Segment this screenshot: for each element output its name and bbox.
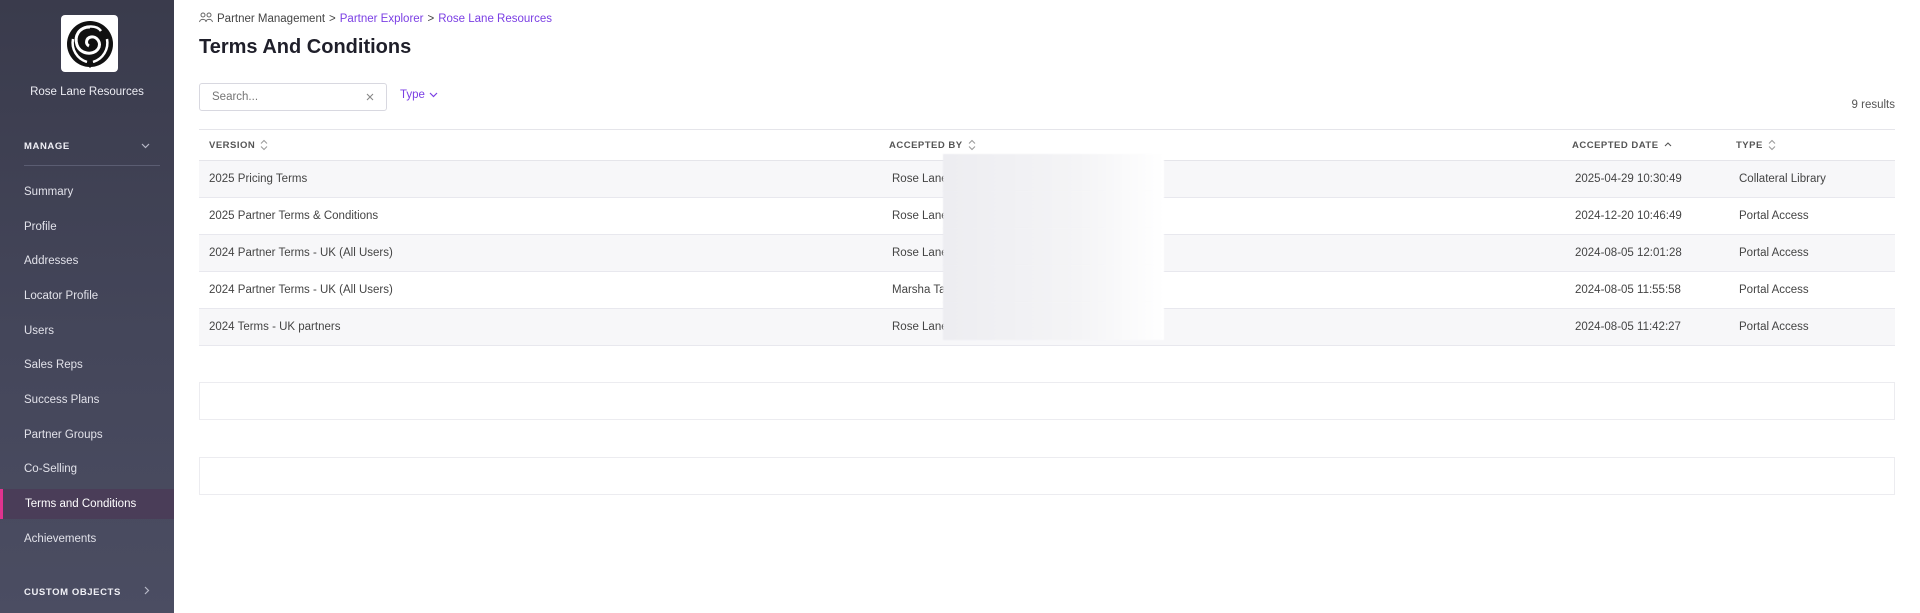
sort-ascending-icon xyxy=(1664,139,1672,151)
chevron-down-icon xyxy=(429,89,438,101)
sidebar-item-addresses[interactable]: Addresses xyxy=(0,246,174,276)
column-header-version[interactable]: VERSION xyxy=(199,139,880,151)
results-count: 9 results xyxy=(1851,99,1895,111)
sort-icon xyxy=(1768,139,1776,151)
redacted-blur xyxy=(943,154,1164,192)
search-box xyxy=(199,83,387,111)
manage-section-toggle[interactable]: MANAGE xyxy=(24,141,150,152)
sidebar-item-terms-and-conditions[interactable]: Terms and Conditions xyxy=(0,489,174,519)
cell-type: Portal Access xyxy=(1739,321,1809,333)
cell-type: Portal Access xyxy=(1739,284,1809,296)
sort-icon xyxy=(260,139,268,151)
terms-table: VERSION ACCEPTED BY ACCEPTED DATE TYPE 2… xyxy=(199,129,1895,346)
loading-placeholder-row xyxy=(199,382,1895,420)
sidebar-item-users[interactable]: Users xyxy=(0,316,174,346)
cell-accepted-by: Rose Lane ( xyxy=(880,228,1561,266)
sort-icon xyxy=(968,139,976,151)
rose-logo-icon xyxy=(66,20,113,68)
sidebar-item-achievements[interactable]: Achievements xyxy=(0,524,174,554)
table-row[interactable]: 2024 Terms - UK partners Rose Lane ( 202… xyxy=(199,302,1895,346)
breadcrumb-partner-explorer[interactable]: Partner Explorer xyxy=(340,13,424,25)
cell-version: 2024 Terms - UK partners xyxy=(209,321,341,333)
redacted-blur xyxy=(943,302,1164,340)
redacted-blur xyxy=(943,265,1164,303)
breadcrumb-separator: > xyxy=(427,13,435,25)
chevron-right-icon xyxy=(144,586,150,598)
section-divider xyxy=(24,165,160,166)
cell-accepted-date: 2024-12-20 10:46:49 xyxy=(1575,210,1682,222)
breadcrumb-partner[interactable]: Rose Lane Resources xyxy=(438,13,552,25)
chevron-down-icon xyxy=(141,141,150,152)
main-content: Partner Management > Partner Explorer > … xyxy=(174,0,1920,613)
type-filter-dropdown[interactable]: Type xyxy=(400,89,438,101)
cell-version: 2024 Partner Terms - UK (All Users) xyxy=(209,284,393,296)
column-header-type[interactable]: TYPE xyxy=(1727,139,1895,151)
cell-type: Portal Access xyxy=(1739,210,1809,222)
column-label: VERSION xyxy=(209,139,256,151)
sidebar-item-partner-groups[interactable]: Partner Groups xyxy=(0,420,174,450)
redacted-blur xyxy=(943,191,1164,229)
cell-version: 2025 Pricing Terms xyxy=(209,173,308,185)
cell-accepted-by: Marsha Tayl xyxy=(880,265,1561,303)
sidebar-item-co-selling[interactable]: Co-Selling xyxy=(0,454,174,484)
cell-accepted-by: Rose Lane ( xyxy=(880,154,1561,192)
company-logo xyxy=(61,15,118,72)
breadcrumb-root: Partner Management xyxy=(217,13,326,25)
column-label: ACCEPTED BY xyxy=(889,139,963,151)
sidebar-item-sales-reps[interactable]: Sales Reps xyxy=(0,350,174,380)
manage-section-label: MANAGE xyxy=(24,141,70,152)
sidebar-item-success-plans[interactable]: Success Plans xyxy=(0,385,174,415)
breadcrumb: Partner Management > Partner Explorer > … xyxy=(199,12,552,26)
clear-search-icon[interactable] xyxy=(366,90,374,104)
cell-accepted-by: Rose Lane ( xyxy=(880,191,1561,229)
sidebar: Rose Lane Resources MANAGE Summary Profi… xyxy=(0,0,174,613)
redacted-blur xyxy=(943,228,1164,266)
cell-accepted-by: Rose Lane ( xyxy=(880,302,1561,340)
sidebar-item-locator-profile[interactable]: Locator Profile xyxy=(0,281,174,311)
sidebar-item-profile[interactable]: Profile xyxy=(0,212,174,242)
column-label: TYPE xyxy=(1736,139,1763,151)
page-title: Terms And Conditions xyxy=(199,36,412,58)
cell-accepted-date: 2024-08-05 12:01:28 xyxy=(1575,247,1682,259)
cell-accepted-date: 2024-08-05 11:55:58 xyxy=(1575,284,1681,296)
search-input[interactable] xyxy=(212,91,352,103)
partner-management-icon xyxy=(199,12,213,26)
cell-version: 2024 Partner Terms - UK (All Users) xyxy=(209,247,393,259)
cell-accepted-date: 2025-04-29 10:30:49 xyxy=(1575,173,1682,185)
cell-accepted-date: 2024-08-05 11:42:27 xyxy=(1575,321,1681,333)
loading-placeholder-row xyxy=(199,457,1895,495)
table-body: 2025 Pricing Terms Rose Lane ( 2025-04-2… xyxy=(199,154,1895,346)
column-header-accepted-by[interactable]: ACCEPTED BY xyxy=(880,139,1561,151)
sidebar-item-summary[interactable]: Summary xyxy=(0,177,174,207)
breadcrumb-separator: > xyxy=(329,13,336,25)
cell-type: Portal Access xyxy=(1739,247,1809,259)
cell-version: 2025 Partner Terms & Conditions xyxy=(209,210,379,222)
column-label: ACCEPTED DATE xyxy=(1572,139,1659,151)
column-header-accepted-date[interactable]: ACCEPTED DATE xyxy=(1561,139,1727,151)
company-name: Rose Lane Resources xyxy=(30,86,144,98)
cell-type: Collateral Library xyxy=(1739,173,1826,185)
type-filter-label: Type xyxy=(400,89,425,101)
custom-objects-section-label: CUSTOM OBJECTS xyxy=(24,586,121,598)
custom-objects-section-toggle[interactable]: CUSTOM OBJECTS xyxy=(24,586,150,598)
